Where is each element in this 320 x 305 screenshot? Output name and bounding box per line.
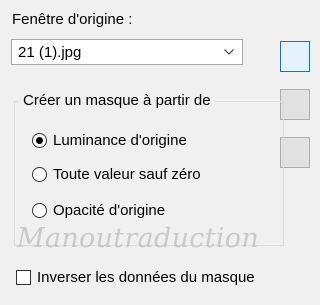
invert-mask-checkbox[interactable] <box>16 269 31 285</box>
invert-mask-option[interactable]: Inverser les données du masque <box>16 266 255 288</box>
radio-button[interactable] <box>32 202 47 218</box>
radio-original-luminance[interactable]: Luminance d'origine <box>32 129 187 151</box>
radio-button-checked[interactable] <box>32 132 47 148</box>
ok-button[interactable] <box>280 41 310 72</box>
radio-any-non-zero[interactable]: Toute valeur sauf zéro <box>32 163 201 185</box>
radio-label: Luminance d'origine <box>53 131 187 149</box>
source-window-label: Fenêtre d'origine : <box>12 11 133 28</box>
source-window-select[interactable]: 21 (1).jpg <box>11 39 243 65</box>
radio-label: Toute valeur sauf zéro <box>53 165 201 183</box>
invert-mask-label: Inverser les données du masque <box>37 268 255 286</box>
cancel-button[interactable] <box>280 89 310 120</box>
mask-source-group-caption: Créer un masque à partir de <box>19 91 215 111</box>
watermark-text: Manoutraduction <box>17 223 260 254</box>
help-button[interactable] <box>280 137 310 168</box>
chevron-down-icon <box>224 49 234 55</box>
radio-label: Opacité d'origine <box>53 201 166 219</box>
radio-button[interactable] <box>32 166 47 182</box>
source-window-value: 21 (1).jpg <box>18 44 82 61</box>
radio-original-opacity[interactable]: Opacité d'origine <box>32 199 165 221</box>
